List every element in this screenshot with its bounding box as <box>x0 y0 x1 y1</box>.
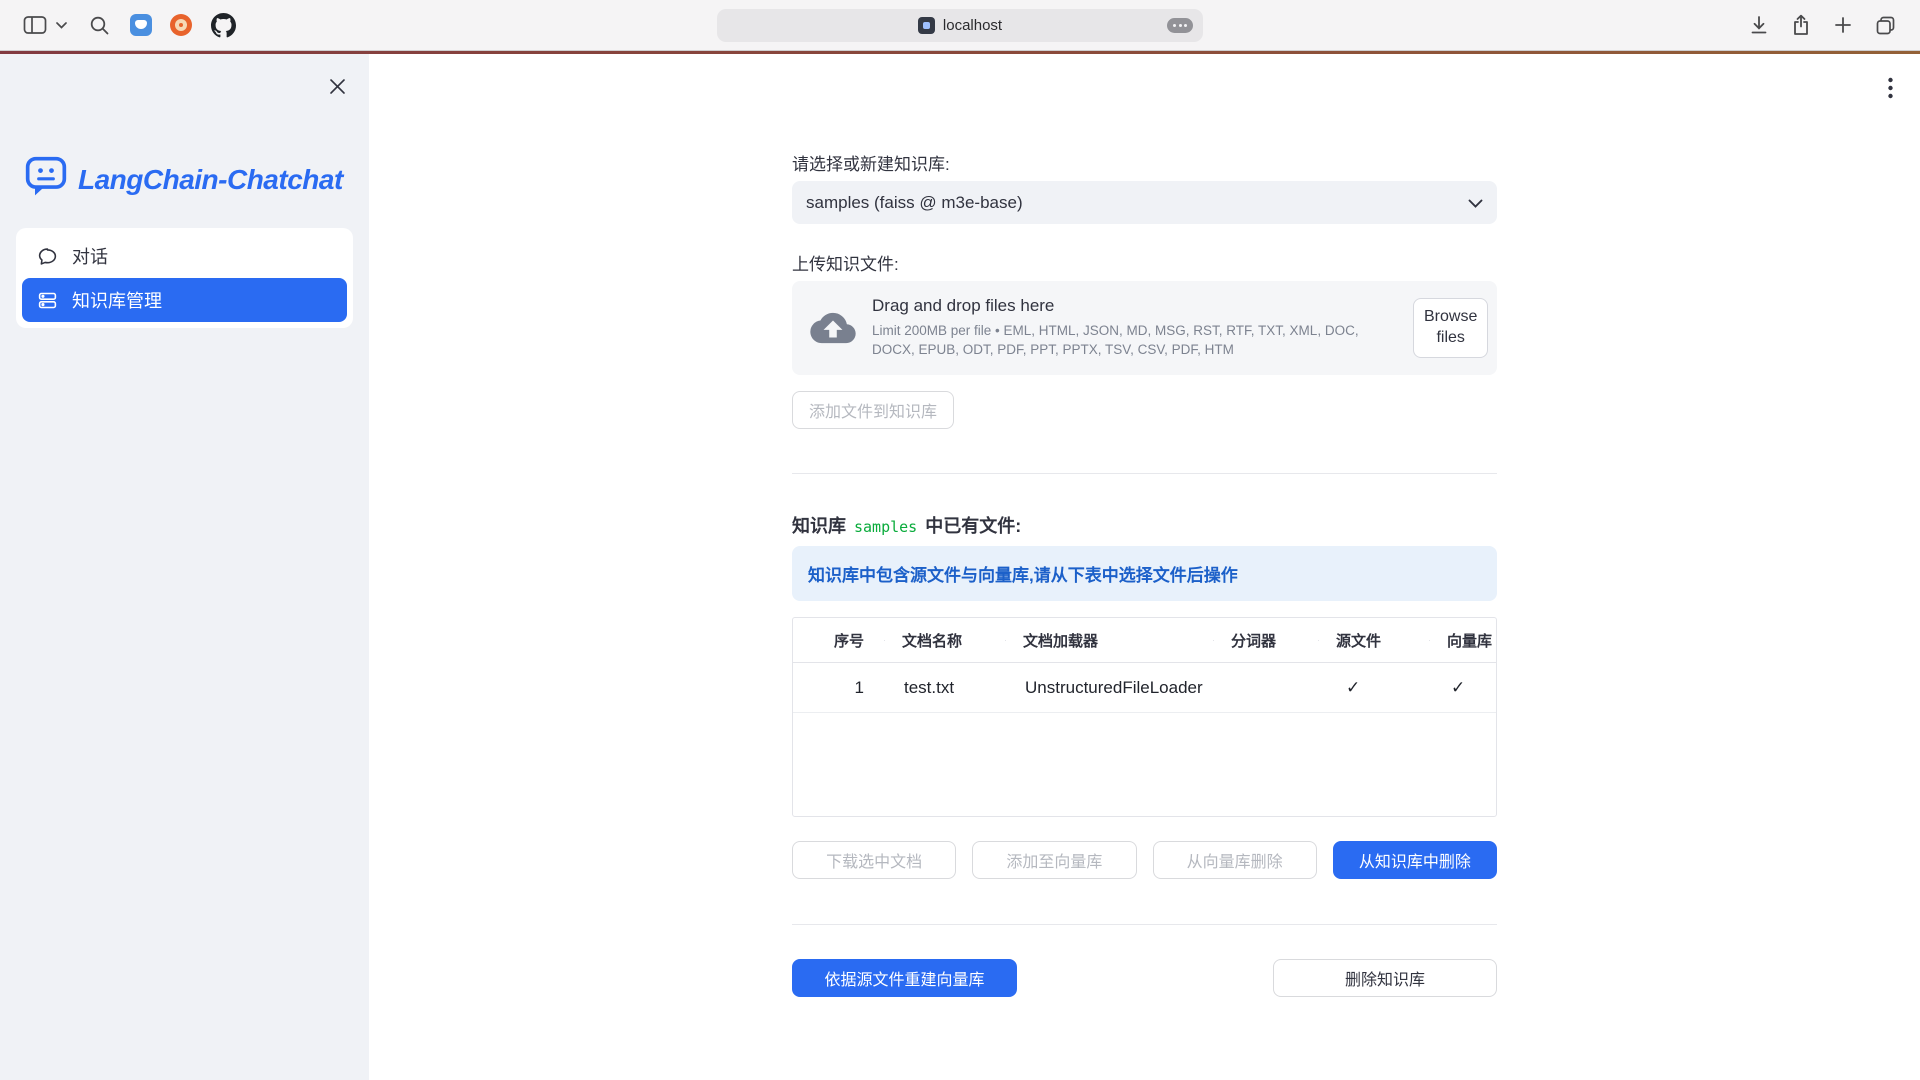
divider-bottom <box>792 924 1497 925</box>
upload-label: 上传知识文件: <box>792 250 1497 275</box>
knowledge-base-icon <box>36 290 58 311</box>
add-files-to-kb-button[interactable]: 添加文件到知识库 <box>792 391 954 429</box>
new-tab-icon[interactable] <box>1830 12 1856 38</box>
delete-from-kb-button[interactable]: 从知识库中删除 <box>1333 841 1497 879</box>
kb-files-title-prefix: 知识库 <box>792 512 846 538</box>
toolbar-left-group <box>14 12 236 38</box>
sidebar-item-dialogue[interactable]: 对话 <box>22 234 347 278</box>
dropzone-text: Drag and drop files here Limit 200MB per… <box>872 296 1397 360</box>
kb-name-code: samples <box>854 518 917 536</box>
cell-loader: UnstructuredFileLoader <box>1005 678 1213 698</box>
file-actions-row: 下载选中文档 添加至向量库 从向量库删除 从知识库中删除 <box>792 841 1497 879</box>
search-icon[interactable] <box>86 12 112 38</box>
extension-blue-icon[interactable] <box>130 14 152 36</box>
col-header-loader[interactable]: 文档加载器 <box>1005 630 1213 651</box>
address-bar[interactable]: localhost <box>717 9 1203 42</box>
delete-kb-button[interactable]: 删除知识库 <box>1273 959 1497 997</box>
divider-upload <box>792 473 1497 474</box>
col-header-source-file[interactable]: 源文件 <box>1318 630 1429 651</box>
sidebar: LangChain-Chatchat 对话 知识库管理 <box>0 54 369 1080</box>
kb-select-value: samples (faiss @ m3e-base) <box>806 193 1023 213</box>
toolbar-right-group <box>1746 12 1906 38</box>
cloud-upload-icon <box>810 311 856 345</box>
remove-from-vector-button[interactable]: 从向量库删除 <box>1153 841 1317 879</box>
table-header-row: 序号 文档名称 文档加载器 分词器 源文件 向量库 <box>793 618 1496 663</box>
dropzone-title: Drag and drop files here <box>872 296 1397 316</box>
cell-vector-check: ✓ <box>1429 678 1495 698</box>
app-logo: LangChain-Chatchat <box>24 154 343 205</box>
download-icon[interactable] <box>1746 12 1772 38</box>
browse-files-button[interactable]: Browse files <box>1413 298 1488 358</box>
info-banner-text: 知识库中包含源文件与向量库,请从下表中选择文件后操作 <box>808 561 1238 586</box>
col-header-index[interactable]: 序号 <box>793 630 884 651</box>
download-selected-button[interactable]: 下载选中文档 <box>792 841 956 879</box>
col-header-splitter[interactable]: 分词器 <box>1213 630 1318 651</box>
kb-files-title-suffix: 中已有文件: <box>925 512 1021 538</box>
file-dropzone[interactable]: Drag and drop files here Limit 200MB per… <box>792 281 1497 375</box>
col-header-doc-name[interactable]: 文档名称 <box>884 630 1005 651</box>
main-area: 请选择或新建知识库: samples (faiss @ m3e-base) 上传… <box>369 54 1920 1080</box>
chevron-down-icon[interactable] <box>54 12 68 38</box>
extension-orange-icon[interactable] <box>170 14 192 36</box>
kb-files-title: 知识库 samples 中已有文件: <box>792 512 1497 538</box>
sidebar-toggle-icon[interactable] <box>22 12 48 38</box>
logo-text: LangChain-Chatchat <box>78 164 343 196</box>
sidebar-nav: 对话 知识库管理 <box>16 228 353 328</box>
logo-chat-bubble-icon <box>24 154 68 205</box>
content-column: 请选择或新建知识库: samples (faiss @ m3e-base) 上传… <box>792 54 1497 997</box>
kb-bottom-actions: 依据源文件重建向量库 删除知识库 <box>792 959 1497 997</box>
github-extension-icon[interactable] <box>210 12 236 38</box>
col-header-vector-store[interactable]: 向量库 <box>1429 630 1495 651</box>
kb-select-label: 请选择或新建知识库: <box>792 150 1497 175</box>
cell-source-check: ✓ <box>1318 678 1429 698</box>
table-row[interactable]: 1 test.txt UnstructuredFileLoader ✓ ✓ <box>793 663 1496 713</box>
rebuild-vector-store-button[interactable]: 依据源文件重建向量库 <box>792 959 1017 997</box>
nav-label-kb-management: 知识库管理 <box>72 287 162 313</box>
kebab-menu-icon[interactable] <box>1878 74 1902 102</box>
sidebar-item-kb-management[interactable]: 知识库管理 <box>22 278 347 322</box>
chat-bubble-icon <box>36 246 58 267</box>
select-chevron-down-icon <box>1468 193 1483 213</box>
browser-toolbar: localhost <box>0 0 1920 51</box>
info-banner: 知识库中包含源文件与向量库,请从下表中选择文件后操作 <box>792 546 1497 601</box>
url-text: localhost <box>943 17 1002 34</box>
sidebar-close-icon[interactable] <box>327 76 347 96</box>
more-options-icon[interactable] <box>1167 18 1193 33</box>
files-table: 序号 文档名称 文档加载器 分词器 源文件 向量库 1 test.txt Uns… <box>792 617 1497 817</box>
app-window: LangChain-Chatchat 对话 知识库管理 请选择或新建知识库: <box>0 54 1920 1080</box>
share-icon[interactable] <box>1788 12 1814 38</box>
tabs-overview-icon[interactable] <box>1872 12 1898 38</box>
add-to-vector-button[interactable]: 添加至向量库 <box>972 841 1136 879</box>
site-favicon-icon <box>918 17 935 34</box>
nav-label-dialogue: 对话 <box>72 243 108 269</box>
cell-doc-name: test.txt <box>884 678 1005 698</box>
kb-select[interactable]: samples (faiss @ m3e-base) <box>792 181 1497 224</box>
cell-index: 1 <box>793 678 884 698</box>
dropzone-limit: Limit 200MB per file • EML, HTML, JSON, … <box>872 322 1397 360</box>
